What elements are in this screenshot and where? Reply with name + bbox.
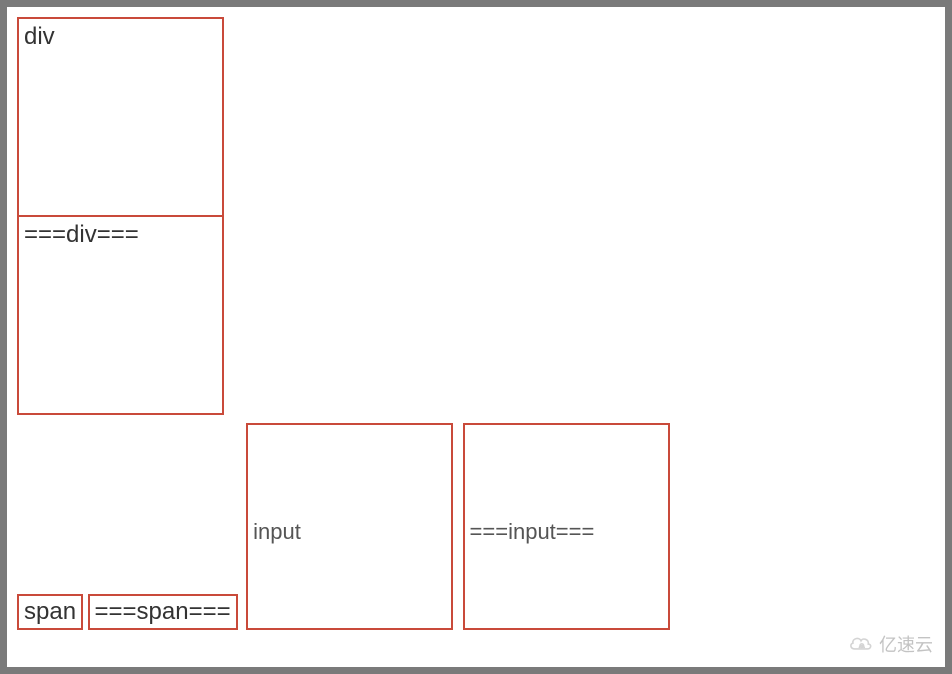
watermark-cloud-icon [848,633,874,655]
span-box-equals-label: ===span=== [95,598,231,625]
span-box-plain-label: span [24,598,76,625]
input-box-equals-label: ===input=== [470,519,595,544]
demo-container: div ===div=== span ===span=== input ===i… [7,7,945,667]
div-box-plain: div [17,17,224,217]
watermark: 亿速云 [848,631,933,657]
span-box-equals: ===span=== [88,594,238,630]
div-box-plain-label: div [24,23,55,50]
watermark-text: 亿速云 [879,631,933,657]
input-box-plain-label: input [253,519,301,544]
input-box-equals: ===input=== [463,423,670,630]
span-box-plain: span [17,594,83,630]
div-box-equals-label: ===div=== [24,221,139,248]
inline-row: span ===span=== input ===input=== [17,423,935,630]
div-box-equals: ===div=== [17,215,224,415]
input-box-plain: input [246,423,453,630]
